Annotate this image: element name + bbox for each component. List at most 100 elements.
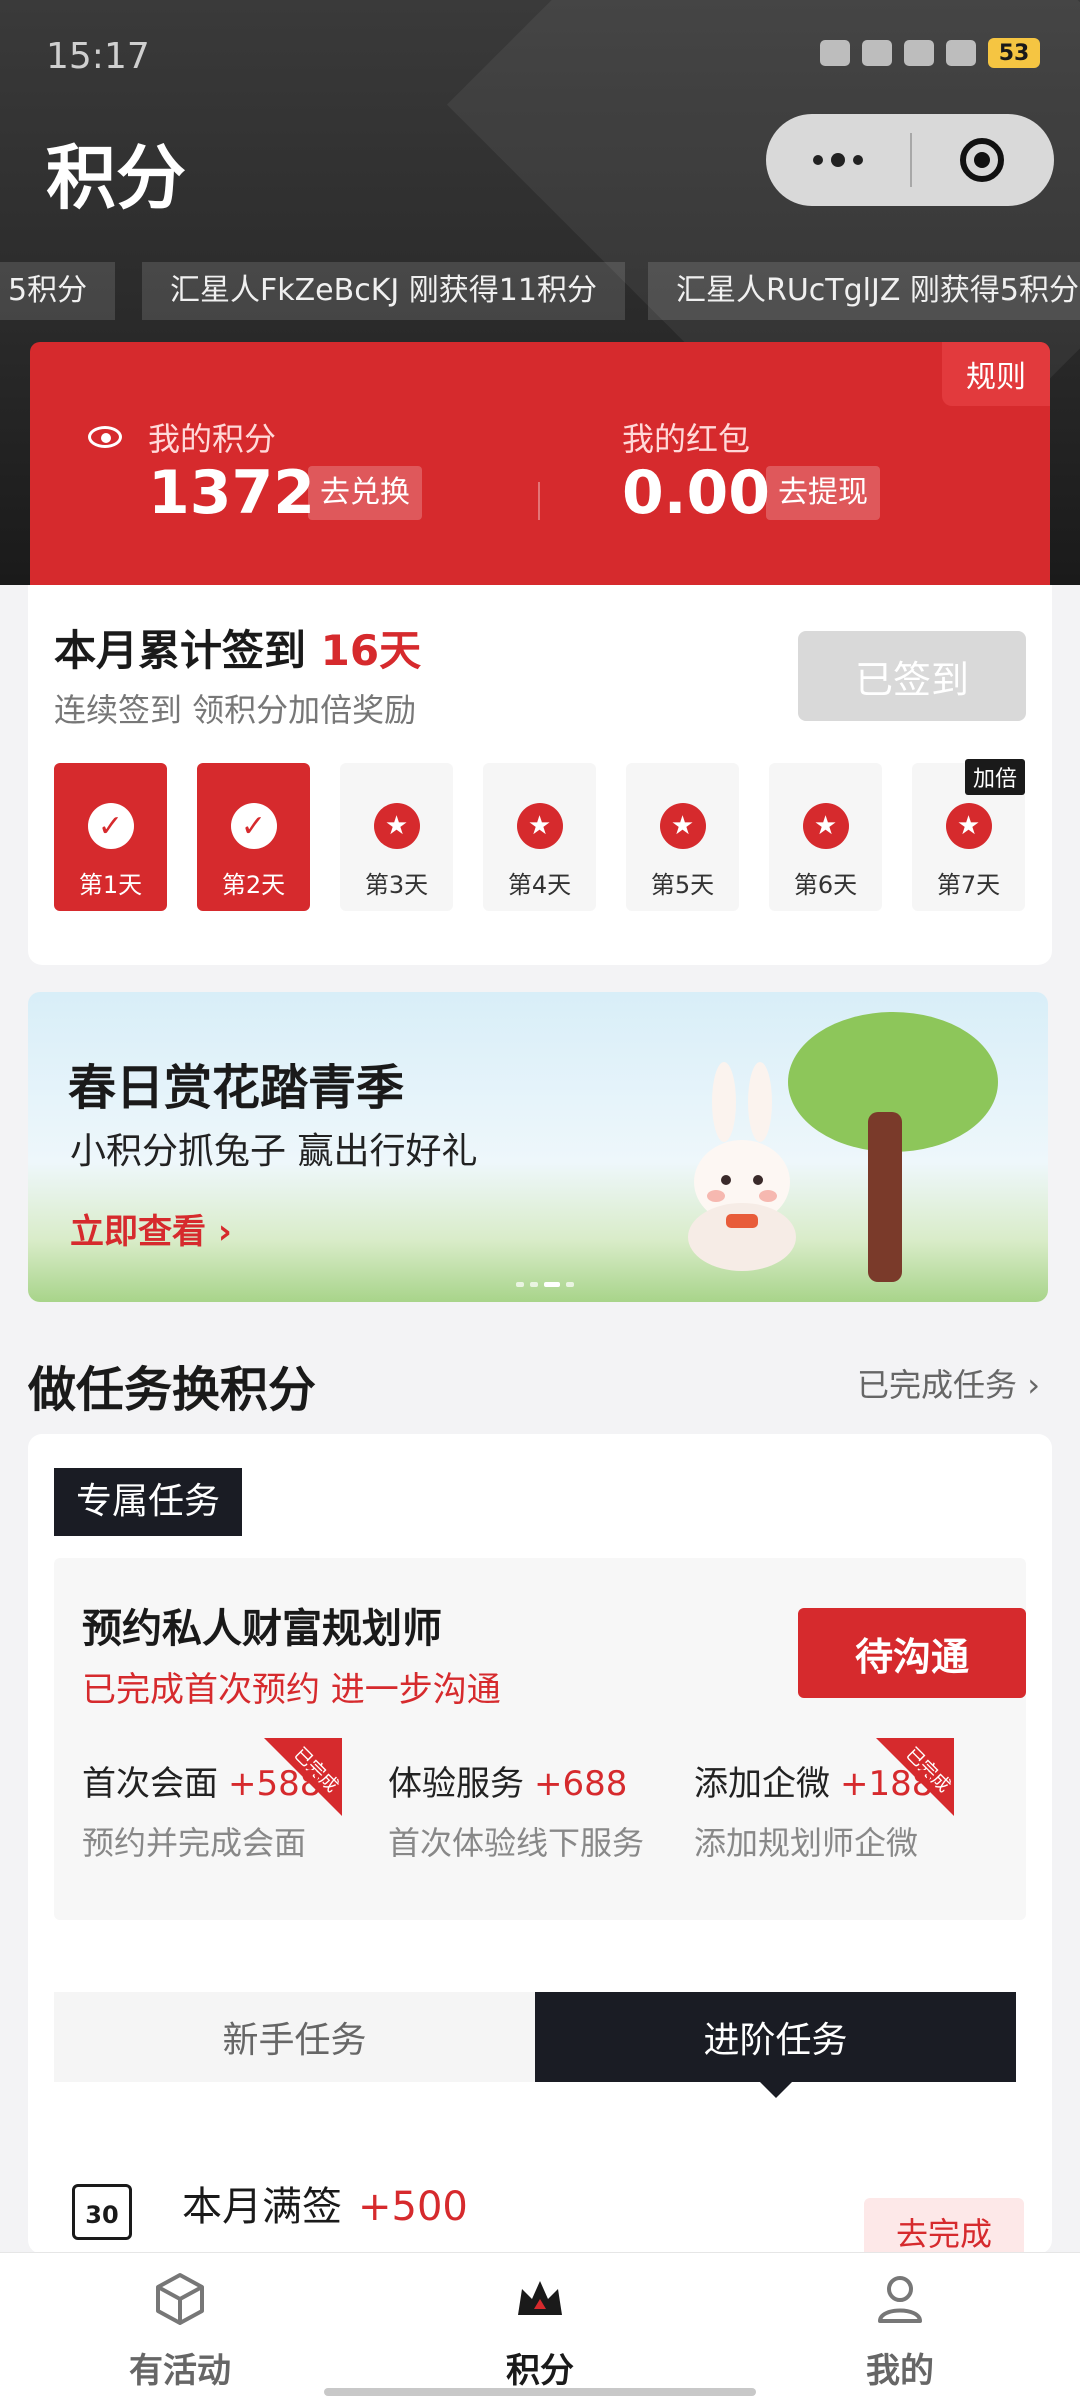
star-icon: ★ bbox=[802, 803, 849, 849]
points-card: 规则 我的积分 1372 去兑换 我的红包 0.00 去提现 bbox=[30, 342, 1050, 585]
day-label: 第3天 bbox=[364, 871, 429, 899]
chevron-right-icon: › bbox=[1027, 1366, 1040, 1404]
day-label: 第5天 bbox=[650, 871, 715, 899]
double-tag: 加倍 bbox=[964, 759, 1025, 795]
day-label: 第4天 bbox=[507, 871, 572, 899]
tasks-section-title: 做任务换积分 bbox=[28, 1362, 317, 1418]
checkin-card: 本月累计签到 16天 连续签到 领积分加倍奖励 已签到 ✓ 第1天 ✓ 第2天 ★ 第… bbox=[28, 585, 1052, 965]
day-3[interactable]: ★ 第3天 bbox=[340, 763, 453, 911]
ticker: 5积分 汇星人FkZeBcKJ 刚获得11积分 汇星人RUcTglJZ 刚获得5… bbox=[0, 262, 1080, 320]
user-icon bbox=[878, 2276, 922, 2323]
vibrate-icon bbox=[862, 40, 892, 66]
points-value: 1372 bbox=[148, 458, 315, 528]
checkin-title-text: 本月累计签到 bbox=[54, 626, 307, 675]
tab-advanced[interactable]: 进阶任务 bbox=[535, 1992, 1016, 2098]
signal-icon bbox=[946, 40, 976, 66]
mini-program-capsule bbox=[766, 114, 1054, 206]
exclusive-tag: 专属任务 bbox=[54, 1468, 243, 1536]
battery-icon: 53 bbox=[988, 38, 1040, 68]
subtask-points: +688 bbox=[534, 1764, 628, 1804]
redpacket-value: 0.00 bbox=[622, 458, 771, 528]
day-1[interactable]: ✓ 第1天 bbox=[54, 763, 167, 911]
subtask-desc: 添加规划师企微 bbox=[694, 1824, 919, 1862]
check-icon: ✓ bbox=[230, 803, 277, 849]
alarm-icon bbox=[820, 40, 850, 66]
day-label: 第1天 bbox=[78, 871, 143, 899]
ticker-item: 5积分 bbox=[0, 262, 116, 320]
tree-trunk bbox=[868, 1112, 902, 1282]
eye-icon[interactable] bbox=[88, 426, 122, 448]
home-indicator bbox=[324, 2388, 756, 2396]
task-tabs: 新手任务 进阶任务 bbox=[54, 1992, 1016, 2098]
day-6[interactable]: ★ 第6天 bbox=[769, 763, 882, 911]
subtask-experience[interactable]: 体验服务 +688 首次体验线下服务 bbox=[360, 1738, 666, 1888]
ticker-item: 汇星人FkZeBcKJ 刚获得11积分 bbox=[142, 262, 625, 320]
withdraw-button[interactable]: 去提现 bbox=[766, 466, 880, 520]
subtask-name: 体验服务 bbox=[388, 1764, 524, 1804]
pending-button[interactable]: 待沟通 bbox=[798, 1608, 1026, 1698]
page-title: 积分 bbox=[46, 137, 186, 219]
completed-tasks-link[interactable]: 已完成任务 › bbox=[857, 1360, 1040, 1406]
task-item: 30 本月满签 +500 去完成 bbox=[28, 2154, 1052, 2266]
day-label: 第2天 bbox=[221, 871, 286, 899]
bottom-nav: 有活动 积分 我的 bbox=[0, 2252, 1080, 2401]
subtask-name: 首次会面 bbox=[82, 1764, 218, 1804]
subtask-meeting[interactable]: 已完成 首次会面 +588 预约并完成会面 bbox=[54, 1738, 360, 1888]
completed-tasks-text: 已完成任务 bbox=[857, 1366, 1018, 1404]
rules-button[interactable]: 规则 bbox=[942, 342, 1050, 406]
redeem-button[interactable]: 去兑换 bbox=[308, 466, 422, 520]
banner-title: 春日赏花踏青季 bbox=[68, 1060, 405, 1116]
box-icon bbox=[156, 2273, 204, 2325]
task-points: +500 bbox=[358, 2184, 468, 2230]
day-7[interactable]: 加倍 ★ 第7天 bbox=[912, 759, 1025, 911]
task-title: 本月满签 +500 bbox=[182, 2174, 468, 2232]
checkin-days-count: 16天 bbox=[320, 626, 422, 675]
exclusive-title: 预约私人财富规划师 bbox=[82, 1606, 442, 1652]
tasks-card: 专属任务 预约私人财富规划师 已完成首次预约 进一步沟通 待沟通 已完成 首次会… bbox=[28, 1434, 1052, 2266]
nav-label: 我的 bbox=[866, 2351, 934, 2391]
subtask-title: 首次会面 +588 bbox=[82, 1756, 321, 1805]
tab-newbie[interactable]: 新手任务 bbox=[54, 1992, 535, 2082]
day-5[interactable]: ★ 第5天 bbox=[626, 763, 739, 911]
close-icon[interactable] bbox=[912, 138, 1052, 182]
calendar-icon: 30 bbox=[72, 2184, 132, 2240]
subtask-desc: 首次体验线下服务 bbox=[388, 1824, 645, 1862]
nav-label: 有活动 bbox=[129, 2351, 231, 2391]
checkin-days: ✓ 第1天 ✓ 第2天 ★ 第3天 ★ 第4天 ★ 第5天 ★ 第6天 加倍 ★ 第7天 bbox=[54, 759, 1025, 911]
status-icons: 53 bbox=[820, 38, 1040, 68]
subtask-desc: 预约并完成会面 bbox=[82, 1824, 307, 1862]
subtask-name: 添加企微 bbox=[694, 1764, 830, 1804]
day-label: 第7天 bbox=[936, 871, 1001, 899]
crown-icon bbox=[518, 2281, 562, 2315]
banner-subtitle: 小积分抓兔子 赢出行好礼 bbox=[70, 1131, 478, 1172]
hd-icon bbox=[904, 40, 934, 66]
day-label: 第6天 bbox=[793, 871, 858, 899]
star-icon: ★ bbox=[373, 803, 420, 849]
chevron-right-icon: › bbox=[217, 1212, 232, 1252]
subtask-title: 体验服务 +688 bbox=[388, 1756, 627, 1805]
banner-link[interactable]: 立即查看 › bbox=[70, 1204, 232, 1253]
checkin-subtitle: 连续签到 领积分加倍奖励 bbox=[54, 691, 417, 729]
carousel-dots bbox=[516, 1282, 574, 1287]
exclusive-subtitle: 已完成首次预约 进一步沟通 bbox=[82, 1670, 501, 1710]
subtask-points: +188 bbox=[840, 1764, 934, 1804]
more-icon[interactable] bbox=[766, 153, 910, 167]
subtask-points: +588 bbox=[228, 1764, 322, 1804]
exclusive-task: 预约私人财富规划师 已完成首次预约 进一步沟通 待沟通 已完成 首次会面 +588… bbox=[54, 1558, 1026, 1920]
check-icon: ✓ bbox=[87, 803, 134, 849]
subtask-wecom[interactable]: 已完成 添加企微 +188 添加规划师企微 bbox=[666, 1738, 972, 1888]
promo-banner[interactable]: 春日赏花踏青季 小积分抓兔子 赢出行好礼 立即查看 › bbox=[28, 992, 1048, 1302]
subtask-title: 添加企微 +188 bbox=[694, 1756, 933, 1805]
nav-points[interactable]: 积分 bbox=[360, 2253, 720, 2401]
nav-label: 积分 bbox=[506, 2351, 574, 2391]
day-4[interactable]: ★ 第4天 bbox=[483, 763, 596, 911]
divider bbox=[538, 482, 540, 520]
nav-activity[interactable]: 有活动 bbox=[0, 2253, 360, 2401]
day-2[interactable]: ✓ 第2天 bbox=[197, 763, 310, 911]
redpacket-label: 我的红包 bbox=[622, 420, 751, 458]
task-name: 本月满签 bbox=[182, 2184, 342, 2230]
bunny-illustration bbox=[688, 1062, 796, 1271]
signed-button[interactable]: 已签到 bbox=[798, 631, 1026, 721]
nav-mine[interactable]: 我的 bbox=[720, 2253, 1080, 2401]
points-label: 我的积分 bbox=[148, 420, 277, 458]
